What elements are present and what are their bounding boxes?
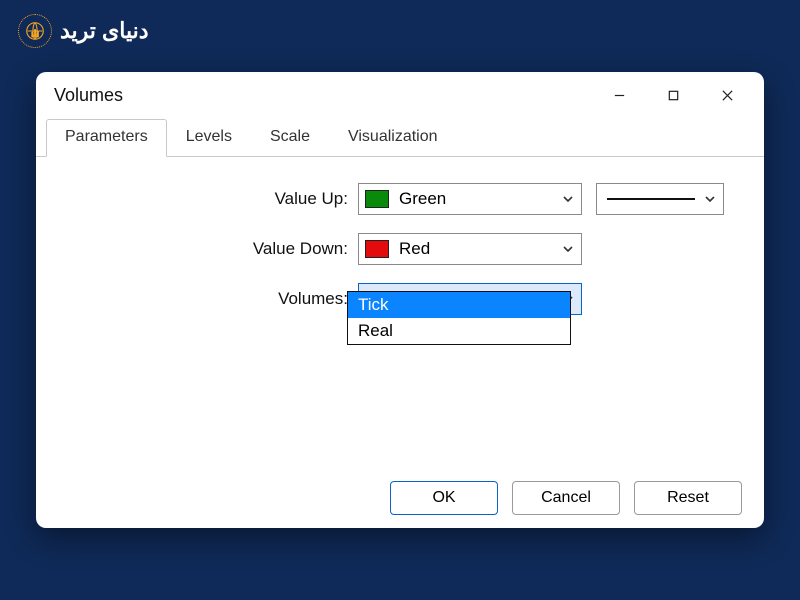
ok-button[interactable]: OK — [390, 481, 498, 515]
tab-visualization[interactable]: Visualization — [329, 119, 457, 157]
volumes-dropdown[interactable]: Tick Real — [347, 291, 571, 345]
globe-icon — [18, 14, 52, 48]
titlebar[interactable]: Volumes — [36, 72, 764, 118]
line-sample-icon — [607, 198, 695, 200]
tab-scale[interactable]: Scale — [251, 119, 329, 157]
chevron-down-icon — [561, 243, 575, 255]
value-up-linestyle-combo[interactable] — [596, 183, 724, 215]
chevron-down-icon — [561, 193, 575, 205]
value-down-color-combo[interactable]: Red — [358, 233, 582, 265]
cancel-button[interactable]: Cancel — [512, 481, 620, 515]
label-value-down: Value Down: — [58, 239, 358, 259]
volumes-dialog: Volumes Parameters Levels Scale Visualiz… — [36, 72, 764, 528]
label-value-up: Value Up: — [58, 189, 358, 209]
tab-levels[interactable]: Levels — [167, 119, 251, 157]
maximize-button[interactable] — [646, 76, 700, 114]
row-value-up: Value Up: Green — [58, 183, 742, 215]
tab-parameters[interactable]: Parameters — [46, 119, 167, 157]
chevron-down-icon — [703, 193, 717, 205]
reset-button[interactable]: Reset — [634, 481, 742, 515]
brand-logo: دنیای ترید — [18, 14, 149, 48]
window-title: Volumes — [54, 85, 592, 106]
volumes-option-tick[interactable]: Tick — [348, 292, 570, 318]
tab-panel-parameters: Value Up: Green Value Down: Red Volumes: — [36, 157, 764, 468]
value-up-swatch — [365, 190, 389, 208]
value-down-color-text: Red — [399, 239, 561, 259]
value-up-color-combo[interactable]: Green — [358, 183, 582, 215]
tab-bar: Parameters Levels Scale Visualization — [36, 118, 764, 157]
row-value-down: Value Down: Red — [58, 233, 742, 265]
value-up-color-text: Green — [399, 189, 561, 209]
brand-text: دنیای ترید — [60, 18, 149, 44]
volumes-option-real[interactable]: Real — [348, 318, 570, 344]
value-down-swatch — [365, 240, 389, 258]
close-button[interactable] — [700, 76, 754, 114]
label-volumes: Volumes: — [58, 289, 358, 309]
dialog-footer: OK Cancel Reset — [36, 468, 764, 528]
minimize-button[interactable] — [592, 76, 646, 114]
